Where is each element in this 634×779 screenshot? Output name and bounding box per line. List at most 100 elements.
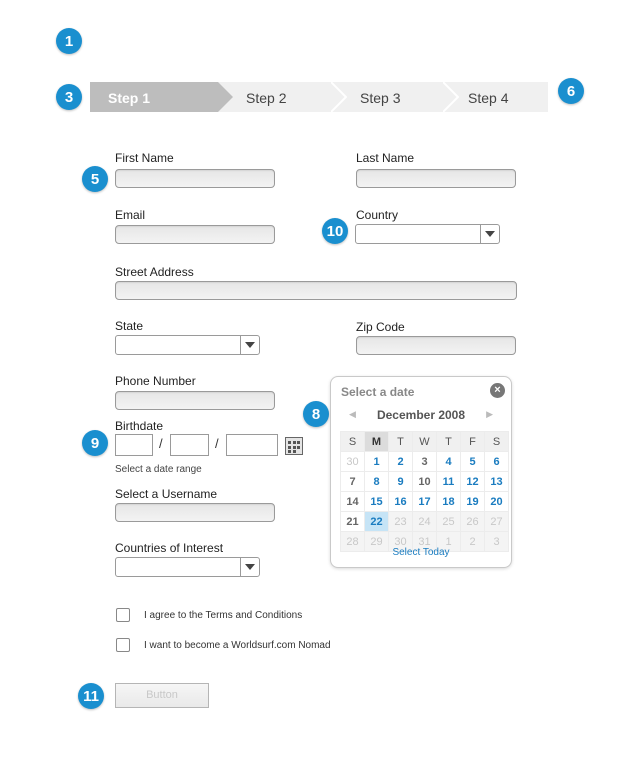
- step-separator: [443, 82, 459, 112]
- zip-code-input[interactable]: [356, 336, 516, 355]
- annotation-badge-1: 1: [56, 28, 82, 54]
- step-2[interactable]: Step 2: [246, 82, 286, 112]
- phone-number-input[interactable]: [115, 391, 275, 410]
- step-arrow: [218, 82, 233, 112]
- birthdate-month-input[interactable]: [115, 434, 153, 456]
- last-name-input[interactable]: [356, 169, 516, 188]
- email-label: Email: [115, 208, 146, 222]
- calendar-day: 26: [460, 511, 485, 532]
- state-select[interactable]: [115, 335, 260, 355]
- annotation-badge-10: 10: [322, 218, 348, 244]
- zip-code-label: Zip Code: [356, 320, 405, 334]
- annotation-badge-9: 9: [82, 430, 108, 456]
- countries-of-interest-label: Countries of Interest: [115, 541, 224, 555]
- nomad-checkbox-label: I want to become a Worldsurf.com Nomad: [144, 640, 331, 651]
- birthdate-day-input[interactable]: [170, 434, 209, 456]
- calendar-day[interactable]: 19: [460, 491, 485, 512]
- calendar-day[interactable]: 21: [340, 511, 365, 532]
- calendar-week-row: 14 15 16 17 18 19 20: [340, 491, 509, 512]
- step-4[interactable]: Step 4: [468, 82, 508, 112]
- calendar-month-label: December 2008: [376, 408, 466, 422]
- birthdate-year-input[interactable]: [226, 434, 278, 456]
- terms-checkbox[interactable]: [116, 608, 130, 622]
- weekday-label: F: [460, 431, 485, 452]
- calendar-day[interactable]: 3: [412, 451, 437, 472]
- calendar-day: 27: [484, 511, 509, 532]
- state-label: State: [115, 319, 144, 333]
- date-separator: /: [215, 436, 219, 451]
- calendar-day: 30: [340, 451, 365, 472]
- calendar-week-row: 21 22 23 24 25 26 27: [340, 511, 509, 532]
- weekday-label: T: [436, 431, 461, 452]
- calendar-day[interactable]: 1: [364, 451, 389, 472]
- calendar-day[interactable]: 7: [340, 471, 365, 492]
- calendar-day[interactable]: 16: [388, 491, 413, 512]
- country-select[interactable]: [355, 224, 500, 244]
- countries-of-interest-select[interactable]: [115, 557, 260, 577]
- calendar-day[interactable]: 5: [460, 451, 485, 472]
- calendar-day[interactable]: 2: [388, 451, 413, 472]
- last-name-label: Last Name: [356, 151, 415, 165]
- step-separator: [331, 82, 347, 112]
- chevron-down-icon: [240, 558, 259, 576]
- annotation-badge-5: 5: [82, 166, 108, 192]
- chevron-down-icon: [480, 225, 499, 243]
- calendar-week-row: 7 8 9 10 11 12 13: [340, 471, 509, 492]
- calendar-day-selected[interactable]: 22: [364, 511, 389, 532]
- annotation-badge-11: 11: [78, 683, 104, 709]
- weekday-header-row: S M T W T F S: [340, 431, 509, 452]
- calendar-day[interactable]: 10: [412, 471, 437, 492]
- date-picker-title: Select a date: [341, 385, 415, 399]
- annotation-badge-6: 6: [558, 78, 584, 104]
- calendar-day[interactable]: 20: [484, 491, 509, 512]
- street-address-label: Street Address: [115, 265, 194, 279]
- calendar-week-row: 30 1 2 3 4 5 6: [340, 451, 509, 472]
- close-icon[interactable]: ×: [490, 383, 505, 398]
- birthdate-label: Birthdate: [115, 419, 164, 433]
- country-label: Country: [356, 208, 399, 222]
- calendar-day[interactable]: 9: [388, 471, 413, 492]
- calendar-day: 25: [436, 511, 461, 532]
- calendar-day[interactable]: 8: [364, 471, 389, 492]
- calendar-day: 23: [388, 511, 413, 532]
- weekday-label: M: [364, 431, 389, 452]
- weekday-label: W: [412, 431, 437, 452]
- calendar-day[interactable]: 12: [460, 471, 485, 492]
- step-1[interactable]: Step 1: [90, 82, 233, 112]
- nomad-checkbox[interactable]: [116, 638, 130, 652]
- calendar-icon[interactable]: [285, 437, 303, 455]
- birthdate-hint: Select a date range: [115, 464, 202, 475]
- calendar-grid: S M T W T F S 30 1 2 3 4 5 6 7 8 9 10 11…: [340, 431, 509, 552]
- calendar-day[interactable]: 4: [436, 451, 461, 472]
- submit-button[interactable]: Button: [115, 683, 209, 708]
- weekday-label: S: [484, 431, 509, 452]
- calendar-day[interactable]: 6: [484, 451, 509, 472]
- weekday-label: T: [388, 431, 413, 452]
- date-picker-popup: Select a date × December 2008 ◀ ▶ S M T …: [330, 376, 512, 568]
- select-today-link[interactable]: Select Today: [331, 547, 511, 558]
- calendar-day[interactable]: 17: [412, 491, 437, 512]
- step-progress-bar: Step 1 Step 2 Step 3 Step 4: [90, 82, 548, 112]
- email-input[interactable]: [115, 225, 275, 244]
- chevron-right-icon[interactable]: ▶: [486, 409, 493, 420]
- first-name-label: First Name: [115, 151, 174, 165]
- calendar-day[interactable]: 18: [436, 491, 461, 512]
- calendar-day: 24: [412, 511, 437, 532]
- date-separator: /: [159, 436, 163, 451]
- annotation-badge-8: 8: [303, 401, 329, 427]
- chevron-down-icon: [240, 336, 259, 354]
- calendar-day[interactable]: 13: [484, 471, 509, 492]
- chevron-left-icon[interactable]: ◀: [349, 409, 356, 420]
- calendar-day[interactable]: 15: [364, 491, 389, 512]
- first-name-input[interactable]: [115, 169, 275, 188]
- calendar-day[interactable]: 11: [436, 471, 461, 492]
- username-input[interactable]: [115, 503, 275, 522]
- username-label: Select a Username: [115, 487, 218, 501]
- step-3[interactable]: Step 3: [360, 82, 400, 112]
- calendar-day[interactable]: 14: [340, 491, 365, 512]
- annotation-badge-3: 3: [56, 84, 82, 110]
- street-address-input[interactable]: [115, 281, 517, 300]
- phone-number-label: Phone Number: [115, 374, 196, 388]
- weekday-label: S: [340, 431, 365, 452]
- step-1-label: Step 1: [108, 90, 151, 106]
